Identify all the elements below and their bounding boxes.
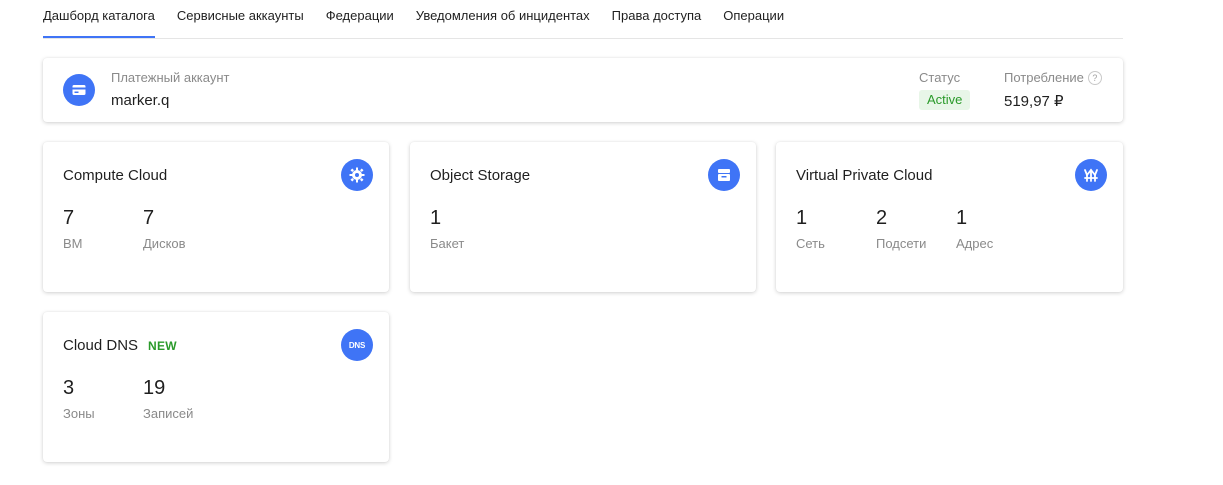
- stat-records: 19 Записей: [143, 376, 193, 421]
- stat-label: Бакет: [430, 236, 465, 251]
- tab-dashboard[interactable]: Дашборд каталога: [43, 0, 155, 38]
- stat-value: 19: [143, 377, 166, 399]
- service-title[interactable]: Virtual Private Cloud: [796, 167, 932, 184]
- stat-value: 1: [796, 207, 808, 229]
- status-badge: Active: [919, 90, 971, 110]
- tab-service-accounts[interactable]: Сервисные аккаунты: [177, 0, 304, 28]
- dns-icon: DNS: [341, 329, 373, 361]
- consumption-label-text: Потребление: [1004, 70, 1084, 85]
- service-card-object-storage[interactable]: Object Storage 1 Бакет: [410, 142, 756, 292]
- consumption-value: 519,97 ₽: [1004, 93, 1064, 110]
- catalog-tabs: Дашборд каталога Сервисные аккаунты Феде…: [43, 0, 1123, 39]
- service-title[interactable]: Object Storage: [430, 167, 530, 184]
- stat-value: 2: [876, 207, 888, 229]
- billing-account-card: Платежный аккаунт marker.q Статус Active…: [43, 58, 1123, 122]
- stat-value: 3: [63, 377, 75, 399]
- stat-vms: 7 ВМ: [63, 206, 83, 251]
- new-badge: NEW: [148, 338, 177, 353]
- service-title[interactable]: Cloud DNS: [63, 337, 138, 354]
- gear-icon: [341, 159, 373, 191]
- tab-federations[interactable]: Федерации: [326, 0, 394, 28]
- dns-icon-text: DNS: [348, 340, 366, 350]
- billing-account-label: Платежный аккаунт: [111, 70, 230, 85]
- service-card-compute-cloud[interactable]: Compute Cloud 7 ВМ 7 Дисков: [43, 142, 389, 292]
- stat-zones: 3 Зоны: [63, 376, 95, 421]
- stat-addresses: 1 Адрес: [956, 206, 993, 251]
- stat-label: Записей: [143, 406, 194, 421]
- stat-buckets: 1 Бакет: [430, 206, 464, 251]
- stat-value: 7: [143, 207, 155, 229]
- tab-access-rights[interactable]: Права доступа: [612, 0, 702, 28]
- tab-incident-notifications[interactable]: Уведомления об инцидентах: [416, 0, 590, 28]
- archive-icon: [708, 159, 740, 191]
- stat-disks: 7 Дисков: [143, 206, 186, 251]
- network-icon: [1075, 159, 1107, 191]
- credit-card-icon: [63, 74, 95, 106]
- stat-label: Сеть: [796, 236, 825, 251]
- stat-label: Дисков: [143, 236, 186, 251]
- service-card-vpc[interactable]: Virtual Private Cloud 1 Сеть 2 Подсети 1…: [776, 142, 1123, 292]
- status-label: Статус: [919, 70, 961, 85]
- stat-value: 1: [430, 207, 442, 229]
- stat-label: Подсети: [876, 236, 927, 251]
- service-card-cloud-dns[interactable]: Cloud DNS NEW DNS 3 Зоны 19 Записей: [43, 312, 389, 462]
- help-icon[interactable]: ?: [1087, 70, 1102, 85]
- service-title[interactable]: Compute Cloud: [63, 167, 167, 184]
- stat-value: 1: [956, 207, 968, 229]
- stat-networks: 1 Сеть: [796, 206, 825, 251]
- service-title-row: Cloud DNS NEW: [63, 337, 177, 354]
- stat-label: Адрес: [956, 236, 994, 251]
- billing-account-name[interactable]: marker.q: [111, 92, 169, 109]
- tab-operations[interactable]: Операции: [723, 0, 784, 28]
- stat-value: 7: [63, 207, 75, 229]
- stat-label: Зоны: [63, 406, 95, 421]
- stat-subnets: 2 Подсети: [876, 206, 926, 251]
- consumption-label: Потребление ?: [1004, 70, 1102, 85]
- stat-label: ВМ: [63, 236, 83, 251]
